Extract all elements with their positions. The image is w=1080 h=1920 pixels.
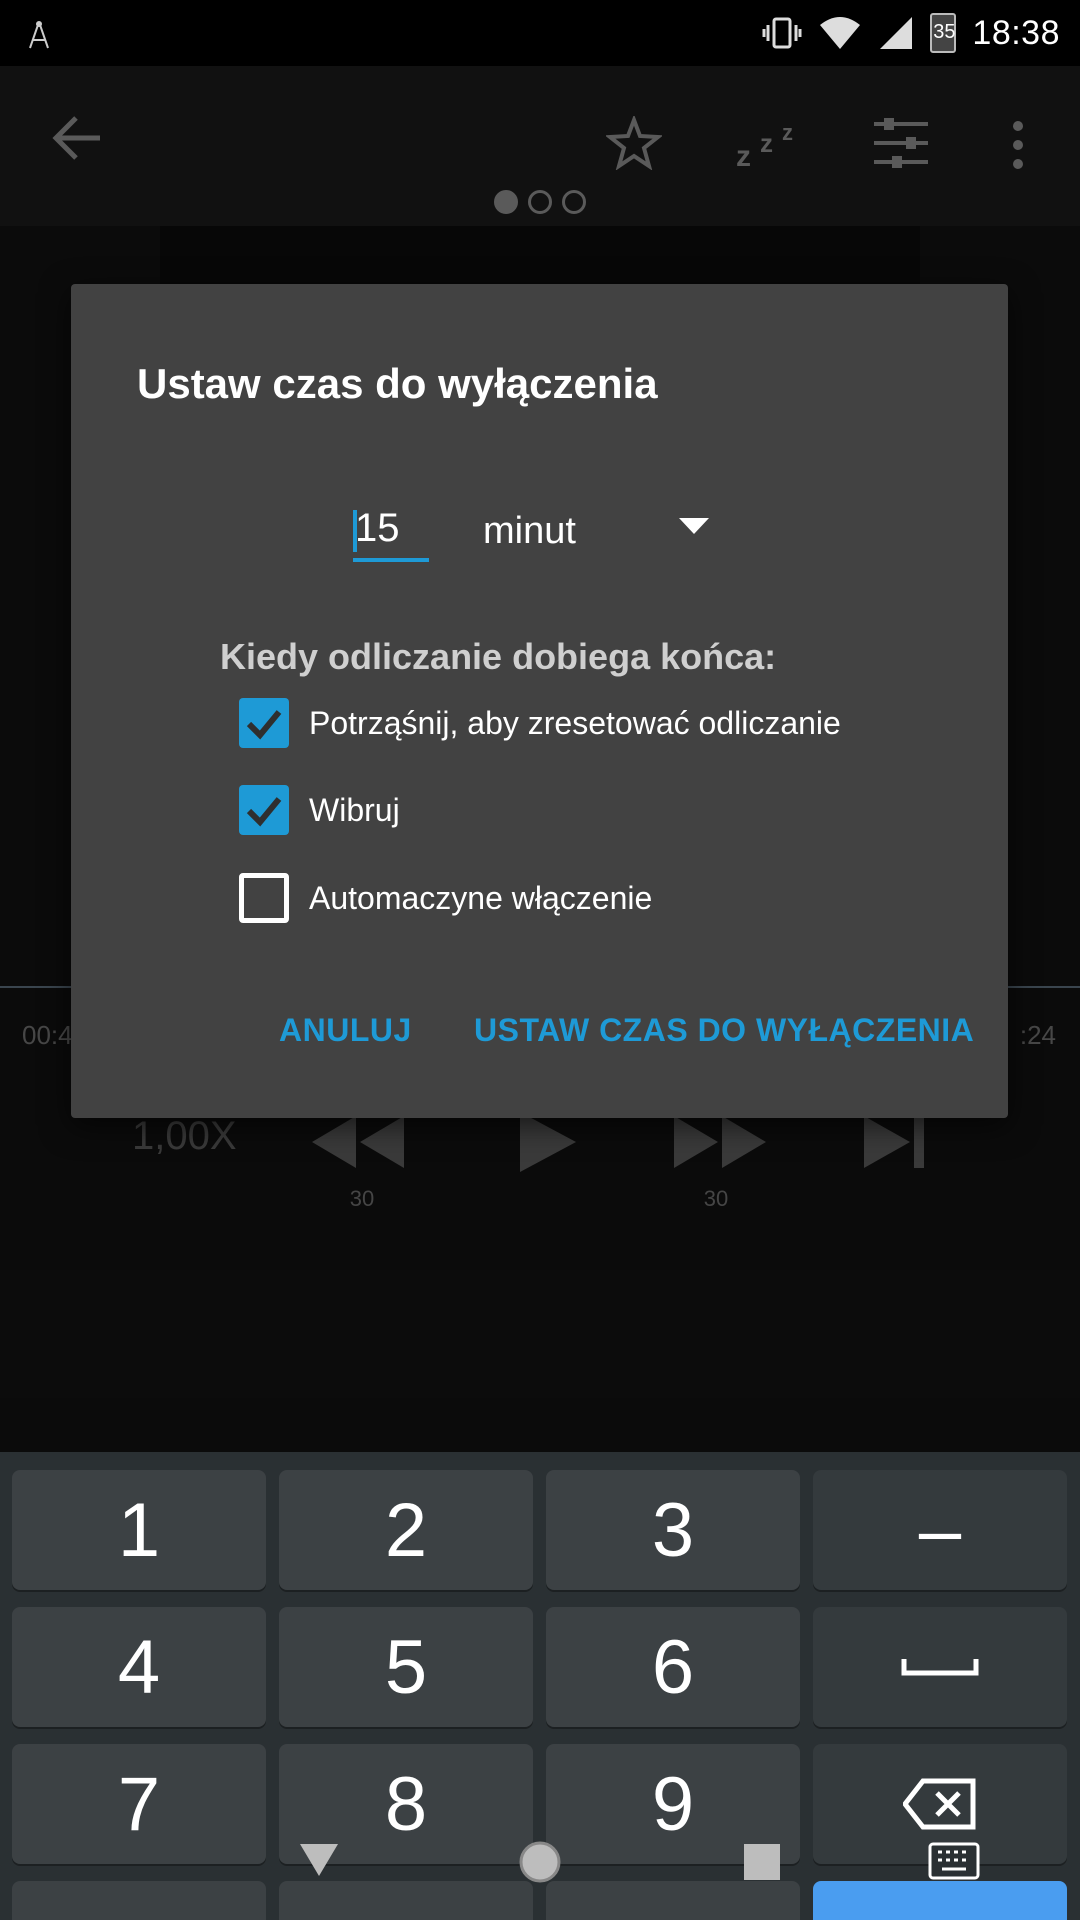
minutes-value: 15: [355, 506, 400, 550]
key-5[interactable]: 5: [279, 1607, 533, 1727]
minutes-input[interactable]: 15: [353, 502, 429, 562]
signal-antenna-icon: [29, 21, 49, 49]
cancel-button[interactable]: ANULUJ: [279, 1012, 412, 1049]
nav-recents-icon[interactable]: [744, 1844, 780, 1880]
key-2[interactable]: 2: [279, 1470, 533, 1590]
section-label: Kiedy odliczanie dobiega końca:: [220, 636, 777, 677]
backspace-icon: [903, 1778, 976, 1830]
key-1[interactable]: 1: [12, 1470, 266, 1590]
cell-signal-icon: [880, 17, 913, 49]
option-label: Wibruj: [309, 791, 400, 828]
check-icon: [246, 710, 282, 740]
key-row4-3[interactable]: [546, 1881, 800, 1920]
key-3[interactable]: 3: [546, 1470, 800, 1590]
space-key[interactable]: [813, 1607, 1067, 1727]
check-icon: [246, 797, 282, 827]
option-auto-enable[interactable]: Automaczyne włączenie: [239, 873, 652, 923]
key-row4-1[interactable]: [12, 1881, 266, 1920]
checkbox-checked[interactable]: [239, 785, 289, 835]
enter-key[interactable]: [813, 1881, 1067, 1920]
battery-icon: 35: [930, 13, 957, 53]
set-sleep-timer-button[interactable]: USTAW CZAS DO WYŁĄCZENIA: [474, 1012, 974, 1049]
nav-back-icon[interactable]: [298, 1842, 340, 1878]
input-underline: [353, 558, 429, 562]
sleep-timer-dialog: Ustaw czas do wyłączenia 15 minut Kiedy …: [71, 284, 1008, 1118]
key-minus[interactable]: –: [813, 1470, 1067, 1590]
text-cursor: [353, 510, 357, 552]
nav-home-icon[interactable]: [518, 1840, 562, 1884]
clock: 18:38: [972, 13, 1060, 52]
option-vibrate[interactable]: Wibruj: [239, 785, 400, 835]
option-label: Automaczyne włączenie: [309, 879, 653, 916]
key-4[interactable]: 4: [12, 1607, 266, 1727]
space-icon: [901, 1659, 979, 1676]
dialog-title: Ustaw czas do wyłączenia: [137, 360, 658, 407]
checkbox-checked[interactable]: [239, 698, 289, 748]
keyboard-switch-icon[interactable]: [928, 1842, 980, 1880]
vibrate-icon: [762, 17, 802, 49]
battery-level: 35: [933, 21, 956, 43]
status-bar: 35 18:38: [0, 0, 1080, 66]
checkbox-unchecked[interactable]: [239, 873, 289, 923]
dropdown-arrow-icon[interactable]: [679, 518, 709, 536]
unit-value: minut: [483, 510, 576, 552]
key-row4-2[interactable]: [279, 1881, 533, 1920]
wifi-icon: [820, 17, 861, 49]
key-6[interactable]: 6: [546, 1607, 800, 1727]
option-shake-reset[interactable]: Potrząśnij, aby zresetować odliczanie: [239, 698, 841, 748]
option-label: Potrząśnij, aby zresetować odliczanie: [309, 704, 841, 741]
key-7[interactable]: 7: [12, 1744, 266, 1864]
